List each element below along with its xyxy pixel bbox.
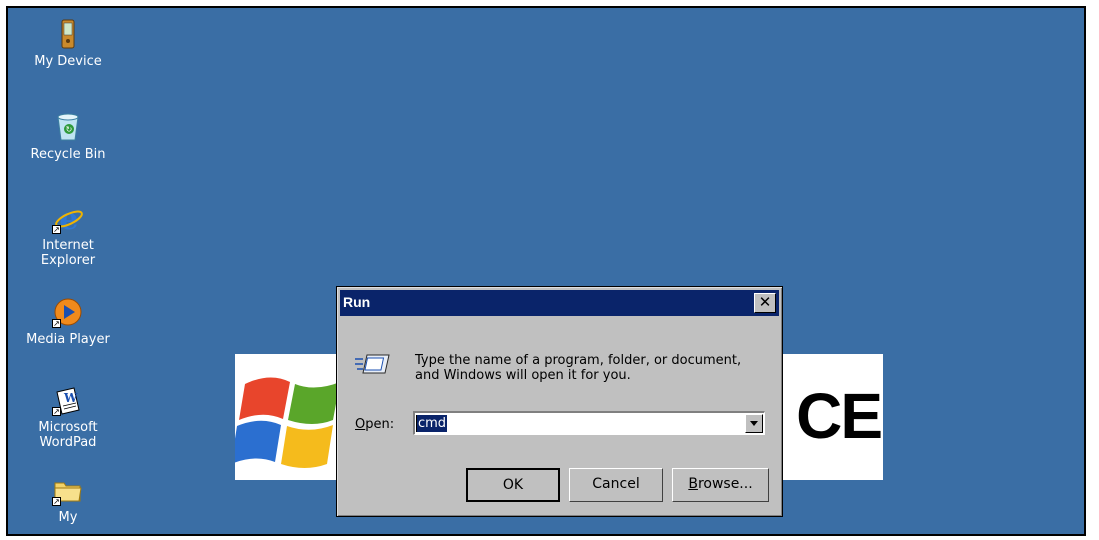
dropdown-arrow-icon[interactable] [745,414,763,433]
browse-button[interactable]: Browse... [672,468,769,502]
desktop-icon-media-player[interactable]: ↗ Media Player [20,296,116,347]
logo-text: CE [796,380,883,452]
desktop-icon-internet-explorer[interactable]: e ↗ Internet Explorer [20,202,116,268]
close-icon: ✕ [758,293,772,311]
windows-flag-logo-icon [235,377,340,468]
dialog-title: Run [343,294,371,310]
ok-button[interactable]: OK [466,468,560,502]
wordpad-icon: W ↗ [52,384,84,416]
browse-label: rowse... [697,476,753,492]
folder-icon: ↗ [52,474,84,506]
desktop-icon-my-folder[interactable]: ↗ My [20,474,116,525]
open-combobox[interactable]: cmd [413,411,765,435]
svg-text:↻: ↻ [66,125,73,134]
open-label-text: pen: [365,417,395,432]
desktop-icon-label: Microsoft WordPad [38,420,98,450]
open-label: Open: [355,417,394,432]
desktop-icon-wordpad[interactable]: W ↗ Microsoft WordPad [20,384,116,450]
shortcut-arrow-icon: ↗ [52,407,61,416]
run-prompt-text: Type the name of a program, folder, or d… [415,353,742,383]
shortcut-arrow-icon: ↗ [52,319,61,328]
shortcut-arrow-icon: ↗ [52,497,61,506]
desktop-icon-label: My [58,510,78,525]
desktop-icon-label: Recycle Bin [30,147,106,162]
desktop-icon-label: Media Player [26,332,110,347]
desktop-icon-recycle-bin[interactable]: ↻ Recycle Bin [20,111,116,162]
open-accelerator: O [355,417,366,432]
run-program-icon [355,351,391,377]
browse-accelerator: B [688,476,698,492]
media-player-icon: ↗ [52,296,84,328]
open-input-value[interactable]: cmd [417,415,448,432]
desktop-icon-label: My Device [34,54,102,69]
desktop: My Device ↻ Recycle Bin e ↗ Internet Exp… [6,6,1086,536]
recycle-bin-icon: ↻ [52,111,84,143]
pda-device-icon [52,18,84,50]
desktop-icon-my-device[interactable]: My Device [20,18,116,69]
close-button[interactable]: ✕ [754,293,776,313]
run-dialog: Run ✕ Type the name of a program, folder… [336,286,783,517]
desktop-icon-label: Internet Explorer [40,238,96,268]
internet-explorer-icon: e ↗ [52,202,84,237]
shortcut-arrow-icon: ↗ [52,225,61,234]
dialog-title-bar[interactable]: Run ✕ [340,290,779,316]
cancel-button[interactable]: Cancel [569,468,663,502]
